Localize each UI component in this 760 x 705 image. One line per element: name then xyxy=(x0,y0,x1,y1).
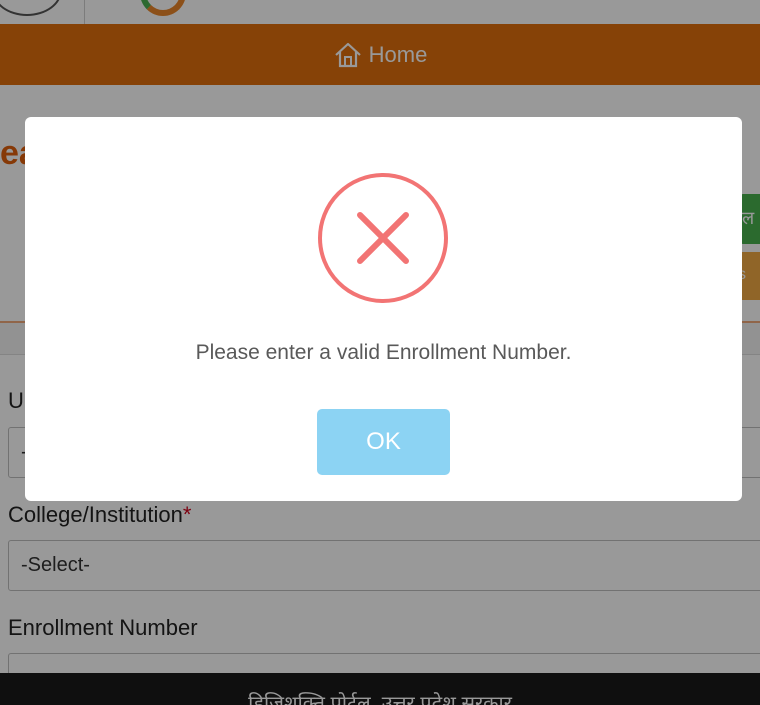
dialog-message: Please enter a valid Enrollment Number. xyxy=(195,341,572,364)
ok-button[interactable]: OK xyxy=(317,409,450,475)
error-x-icon xyxy=(318,173,448,303)
error-dialog: Please enter a valid Enrollment Number. … xyxy=(25,117,742,501)
